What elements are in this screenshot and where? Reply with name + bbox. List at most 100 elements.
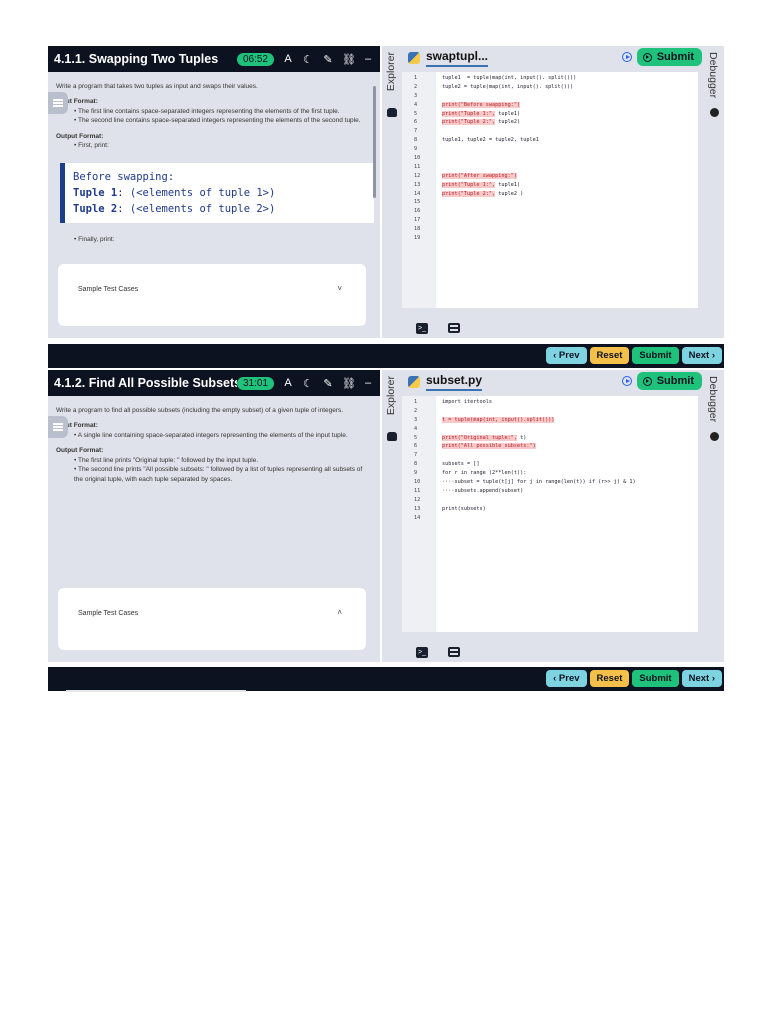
minimize-icon[interactable]: – <box>362 53 374 66</box>
sample-test-cases-label: Sample Test Cases <box>78 286 139 293</box>
reset-button[interactable]: Reset <box>589 347 630 364</box>
terminal-icon[interactable]: >_ <box>416 323 428 334</box>
explorer-tab[interactable]: Explorer <box>382 46 402 338</box>
timer-badge: 31:01 <box>236 376 274 390</box>
file-tab[interactable]: swaptupl... <box>426 49 489 67</box>
line-number: 16 <box>414 208 421 215</box>
editor-tab-bar: swaptupl... Submit <box>402 46 704 70</box>
font-size-icon[interactable]: A <box>282 53 294 66</box>
play-icon <box>642 52 652 62</box>
bug-icon[interactable] <box>710 432 719 441</box>
line-number: 9 <box>414 470 418 477</box>
sidebar-toggle[interactable] <box>48 416 68 438</box>
reset-button[interactable]: Reset <box>589 670 630 687</box>
submit-button[interactable]: Submit <box>632 347 679 364</box>
test-panel-icon[interactable] <box>448 647 460 657</box>
submit-label: Submit <box>656 51 694 63</box>
chevron-up-icon[interactable]: ˄ <box>337 608 342 617</box>
line-number: 13 <box>414 505 421 512</box>
code-line: tuple1, tuple2 = tuple2, tuple1 <box>442 137 539 144</box>
problem-description-pane: 4.1.2. Find All Possible Subsets... 31:0… <box>48 370 380 662</box>
sample-test-cases[interactable]: Sample Test Cases ˅ <box>58 264 366 326</box>
minimize-icon[interactable]: – <box>362 377 374 390</box>
link-icon[interactable]: ⛓ <box>342 377 356 390</box>
output-example-block: Before swapping: Tuple 1: (<elements of … <box>60 162 374 224</box>
debugger-tab[interactable]: Debugger <box>704 370 724 662</box>
code-line: t = tuple(map(int, input().split())) <box>442 416 555 423</box>
code-line: import itertools <box>442 399 492 405</box>
code-line: print("Tuple 2:", tuple2) <box>442 119 521 126</box>
line-number: 7 <box>414 452 418 459</box>
line-number: 14 <box>414 190 421 197</box>
navigation-bar: ‹ Prev Reset Submit Next › <box>48 667 724 691</box>
next-button[interactable]: Next › <box>681 347 722 364</box>
line-number: 18 <box>414 226 421 233</box>
debugger-label: Debugger <box>707 376 719 423</box>
debugger-tab[interactable]: Debugger <box>704 46 724 338</box>
divider <box>66 690 246 692</box>
code-line: tuple2 = tuple(map(int, input(). split()… <box>442 83 574 90</box>
input-format-heading: Input Format: <box>56 98 98 106</box>
line-number: 11 <box>414 487 421 494</box>
problem-panel-1: 4.1.1. Swapping Two Tuples 06:52 A ☾ ✎ ⛓… <box>48 46 724 366</box>
test-panel-icon[interactable] <box>448 323 460 333</box>
edit-icon[interactable]: ✎ <box>322 53 334 66</box>
explorer-label: Explorer <box>385 52 397 92</box>
prev-button[interactable]: ‹ Prev <box>546 347 587 364</box>
prev-button[interactable]: ‹ Prev <box>546 670 587 687</box>
sidebar-toggle[interactable] <box>48 92 68 114</box>
sample-test-cases[interactable]: Sample Test Cases ˄ <box>58 588 366 650</box>
bug-icon[interactable] <box>710 108 719 117</box>
input-bullet: The second line contains space-separated… <box>77 117 361 125</box>
explorer-tab[interactable]: Explorer <box>382 370 402 662</box>
line-number: 2 <box>414 407 418 414</box>
code-editor[interactable]: 1 2 3 4 5 6 7 8 9 10 11 12 13 14 import itertools t = … <box>402 396 698 632</box>
code-editor-pane: Explorer swaptupl... Submit 1 2 3 4 5 6 7 8 9 10 1… <box>382 46 724 338</box>
python-icon <box>408 52 420 64</box>
line-number: 2 <box>414 83 418 90</box>
dark-mode-icon[interactable]: ☾ <box>302 53 314 66</box>
code-line: subsets = [] <box>442 461 480 468</box>
code-line: print("Tuple 1:", tuple1) <box>442 110 521 117</box>
submit-button[interactable]: Submit <box>636 48 702 66</box>
chevron-down-icon[interactable]: ˅ <box>337 284 342 293</box>
python-icon <box>408 376 420 388</box>
scrollbar[interactable] <box>373 86 376 198</box>
file-tab[interactable]: subset.py <box>426 373 483 391</box>
line-number: 10 <box>414 155 421 162</box>
problem-title: 4.1.1. Swapping Two Tuples <box>54 52 219 66</box>
input-bullet: The first line contains space-separated … <box>77 107 340 115</box>
next-button[interactable]: Next › <box>681 670 722 687</box>
line-number: 19 <box>414 235 421 242</box>
line-number: 4 <box>414 101 418 108</box>
line-number: 10 <box>414 479 421 486</box>
line-number: 13 <box>414 181 421 188</box>
dark-mode-icon[interactable]: ☾ <box>302 377 314 390</box>
line-number: 3 <box>414 92 418 99</box>
example-line: Before swapping: <box>73 170 175 183</box>
problem-panel-2: 4.1.2. Find All Possible Subsets... 31:0… <box>48 370 724 692</box>
edit-icon[interactable]: ✎ <box>322 377 334 390</box>
submit-button[interactable]: Submit <box>632 670 679 687</box>
font-size-icon[interactable]: A <box>282 377 294 390</box>
code-line: print("Tuple 2:", tuple2 ) <box>442 190 524 197</box>
link-icon[interactable]: ⛓ <box>342 53 356 66</box>
line-number: 3 <box>414 416 418 423</box>
code-area[interactable]: import itertools t = tuple(map(int, input… <box>436 396 698 632</box>
files-icon[interactable] <box>387 108 397 117</box>
code-editor[interactable]: 1 2 3 4 5 6 7 8 9 10 11 12 13 14 15 16 17 18 19 tuple1 = t… <box>402 72 698 308</box>
terminal-icon[interactable]: >_ <box>416 647 428 658</box>
files-icon[interactable] <box>387 432 397 441</box>
code-area[interactable]: tuple1 = tuple(map(int, input(). split()… <box>436 72 698 308</box>
code-editor-pane: Explorer subset.py Submit 1 2 3 4 5 6 7 8 9 10 11 1… <box>382 370 724 662</box>
input-format-heading: Input Format: <box>56 422 98 430</box>
run-icon[interactable] <box>622 376 632 386</box>
run-icon[interactable] <box>622 52 632 62</box>
code-line: ····subset = tuple(t[j] for j in range(l… <box>442 479 636 486</box>
output-bullet: The first line prints "Original tuple: "… <box>77 456 259 464</box>
code-line: print("All possible subsets:") <box>442 443 536 450</box>
submit-button[interactable]: Submit <box>636 372 702 390</box>
